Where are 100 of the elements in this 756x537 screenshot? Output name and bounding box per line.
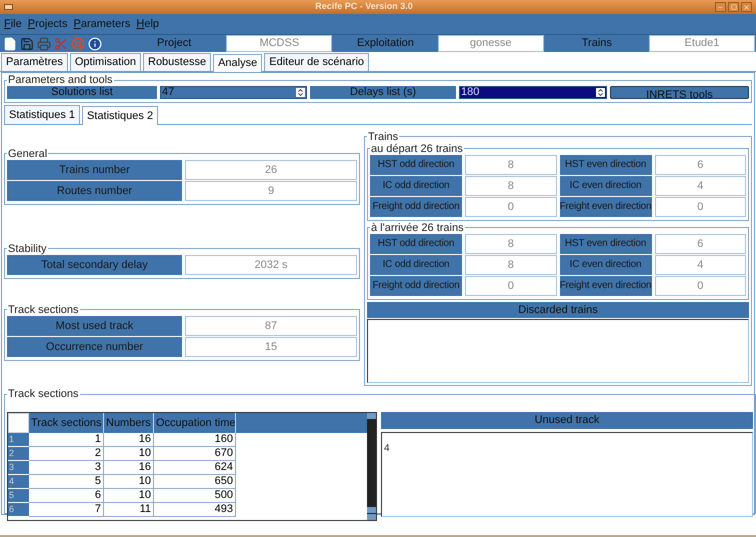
stat-label: HST odd direction	[370, 154, 462, 175]
stat-label: HST even direction	[560, 234, 652, 254]
stat-value: 26	[185, 160, 357, 180]
maximize-icon	[730, 4, 736, 10]
group-title: Stability	[7, 242, 48, 255]
stat-label: Trains number	[7, 160, 182, 180]
stat-label: Freight even direction	[560, 276, 652, 296]
save-icon[interactable]	[20, 36, 34, 50]
stat-value: 0	[465, 276, 556, 296]
tab[interactable]: Robustesse	[143, 53, 212, 71]
stat-label: HST odd direction	[370, 234, 462, 254]
stat-label: Occurrence number	[7, 336, 182, 357]
stat-value: 8	[465, 176, 556, 196]
stat-value: 8	[465, 254, 556, 275]
delays-dropdown[interactable]: 180	[459, 86, 607, 99]
stat-value: 87	[185, 316, 357, 336]
solutions-label: Solutions list	[7, 86, 157, 99]
table-cell: 500	[154, 489, 236, 503]
table-cell: 5	[29, 475, 104, 489]
tab[interactable]: Editeur de scénario	[264, 53, 370, 71]
group-title: Parameters and tools	[7, 74, 114, 86]
maximize-button[interactable]	[728, 2, 739, 12]
stat-value: 0	[654, 196, 746, 217]
stat-value: 2032 s	[185, 254, 357, 275]
table-cell: 10	[104, 475, 154, 489]
row-header[interactable]: 1	[8, 433, 29, 447]
tab[interactable]: Optimisation	[70, 53, 141, 71]
info-icon[interactable]	[88, 36, 102, 50]
table-cell: 16	[104, 461, 154, 475]
minimize-button[interactable]	[715, 2, 726, 12]
group-title: Track sections	[7, 388, 80, 400]
discarded-header: Discarded trains	[367, 302, 749, 318]
scrollbar[interactable]	[367, 413, 376, 520]
stat-label: Freight odd direction	[370, 276, 462, 296]
column-header[interactable]: Numbers	[104, 413, 154, 433]
stat-label: HST even direction	[560, 154, 652, 175]
column-header[interactable]: Track sections	[29, 413, 104, 433]
toolbar-label: Trains	[580, 36, 613, 52]
table-cell: 10	[104, 489, 154, 503]
stat-label: IC odd direction	[370, 254, 462, 275]
stat-value: 6	[654, 234, 746, 254]
row-header[interactable]: 2	[8, 447, 29, 461]
table-cell: 624	[154, 461, 236, 475]
table-cell: 11	[104, 503, 154, 517]
stat-value: 4	[654, 254, 746, 275]
solutions-dropdown[interactable]: 47	[160, 86, 307, 99]
stat-value: 0	[465, 196, 556, 217]
table-cell: 6	[29, 489, 104, 503]
stat-label: Routes number	[7, 180, 182, 201]
stat-label: Freight even direction	[560, 196, 652, 217]
group-title: General	[7, 148, 48, 160]
tab[interactable]: Paramètres	[1, 53, 68, 71]
stat-label: Most used track	[7, 316, 182, 336]
menu-item[interactable]: File	[4, 16, 22, 32]
menu-item[interactable]: Parameters	[74, 16, 130, 32]
unused-track-item: 4	[384, 443, 390, 454]
unused-track-header: Unused track	[381, 412, 753, 429]
stat-label: IC even direction	[560, 254, 652, 275]
table-cell: 650	[154, 475, 236, 489]
tools-button[interactable]: INRETS tools	[610, 86, 749, 99]
menu-item[interactable]: Help	[136, 16, 160, 32]
row-header[interactable]: 5	[8, 489, 29, 503]
tab[interactable]: Statistiques 1	[4, 105, 80, 124]
table-cell: 10	[104, 447, 154, 461]
toolbar-label: Exploitation	[356, 36, 415, 52]
toolbar-field[interactable]: gonesse	[438, 35, 544, 52]
window-menu-icon[interactable]	[4, 4, 13, 10]
stat-value: 6	[654, 154, 746, 175]
stat-value: 8	[465, 154, 556, 175]
column-header[interactable]: Occupation time	[154, 413, 236, 433]
tab[interactable]: Statistiques 2	[82, 106, 158, 125]
toolbar-field[interactable]: MCDSS	[226, 35, 332, 52]
document-icon[interactable]	[3, 36, 17, 50]
table-cell: 670	[154, 447, 236, 461]
table-cell: 3	[29, 461, 104, 475]
close-button[interactable]	[741, 2, 752, 12]
window-title: Recife PC - Version 3.0	[314, 0, 414, 14]
stat-label: Total secondary delay	[7, 254, 182, 275]
stat-label: IC even direction	[560, 176, 652, 196]
delays-label: Delays list (s)	[310, 86, 456, 99]
table-cell: 493	[154, 503, 236, 517]
stat-value: 8	[465, 234, 556, 254]
table-cell: 2	[29, 447, 104, 461]
menu-item[interactable]: Projects	[28, 16, 68, 32]
toolbar-label: Project	[156, 36, 192, 52]
tab[interactable]: Analyse	[213, 54, 262, 72]
toolbar-field[interactable]: Etude1	[648, 35, 755, 52]
row-header[interactable]: 4	[8, 475, 29, 489]
stat-label: Freight odd direction	[370, 196, 462, 217]
row-header[interactable]: 3	[8, 461, 29, 475]
stat-value: 0	[654, 276, 746, 296]
group-title: Trains	[367, 130, 400, 143]
table-cell: 16	[104, 433, 154, 447]
stat-value: 9	[185, 180, 357, 201]
table-cell: 7	[29, 503, 104, 517]
stat-label: IC odd direction	[370, 176, 462, 196]
group-title: au départ 26 trains	[370, 142, 464, 155]
table-cell: 1	[29, 433, 104, 447]
row-header[interactable]: 6	[8, 503, 29, 517]
close-icon	[743, 4, 750, 10]
